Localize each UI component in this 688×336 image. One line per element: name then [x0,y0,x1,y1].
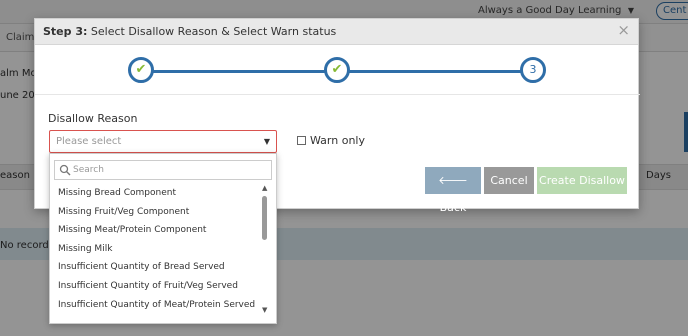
check-icon: ✔ [331,62,343,77]
search-icon [59,164,71,176]
dropdown-option[interactable]: Missing Milk [50,240,260,259]
step-2: ✔ [324,57,350,83]
option-list: Missing Bread Component Missing Fruit/Ve… [50,184,260,314]
step-connector [349,70,527,73]
dropdown-option[interactable]: Insufficient Quantity of Meat/Protein Se… [50,296,260,315]
step-number: 3 [529,63,537,76]
cancel-button[interactable]: Cancel [484,167,534,194]
create-disallow-button[interactable]: Create Disallow [537,167,627,194]
dropdown-scrollbar[interactable]: ▲ ▼ [261,184,271,317]
modal-header: Step 3: Select Disallow Reason & Select … [35,19,638,45]
dropdown-option[interactable]: Insufficient Quantity of Bread Served [50,258,260,277]
disallow-reason-select[interactable]: Please select ▼ [49,130,277,153]
warn-only-checkbox[interactable] [297,136,306,145]
search-input[interactable]: Search [54,160,272,180]
close-icon[interactable]: × [617,22,630,38]
scrollbar-thumb[interactable] [262,196,267,240]
back-button-label: Back [439,201,467,214]
dropdown-option[interactable]: Insufficient Quantity of Fruit/Veg Serve… [50,277,260,296]
back-button[interactable]: 🡐 Back [425,167,481,214]
search-placeholder: Search [73,165,104,175]
caret-down-icon: ▼ [263,137,270,146]
step-3: 3 [520,57,546,83]
disallow-reason-label: Disallow Reason [48,112,138,125]
scroll-down-icon[interactable]: ▼ [262,306,267,314]
step-connector [153,70,331,73]
dropdown-option[interactable]: Missing Fruit/Veg Component [50,203,260,222]
check-icon: ✔ [135,62,147,77]
step-1: ✔ [128,57,154,83]
reason-dropdown: Search Missing Bread Component Missing F… [49,153,277,324]
dropdown-option[interactable]: Missing Meat/Protein Component [50,221,260,240]
modal-title: Step 3: Select Disallow Reason & Select … [43,25,336,38]
warn-only-checkbox-wrap[interactable]: Warn only [297,134,365,147]
select-placeholder: Please select [56,136,122,147]
dropdown-option[interactable]: Missing Bread Component [50,184,260,203]
modal-title-step: Step 3: [43,25,88,38]
stepper: ✔ ✔ 3 [35,45,640,95]
modal-title-text: Select Disallow Reason & Select Warn sta… [87,25,337,38]
arrow-left-icon: 🡐 [438,174,468,187]
warn-only-label: Warn only [310,134,365,147]
scroll-up-icon[interactable]: ▲ [262,184,267,192]
